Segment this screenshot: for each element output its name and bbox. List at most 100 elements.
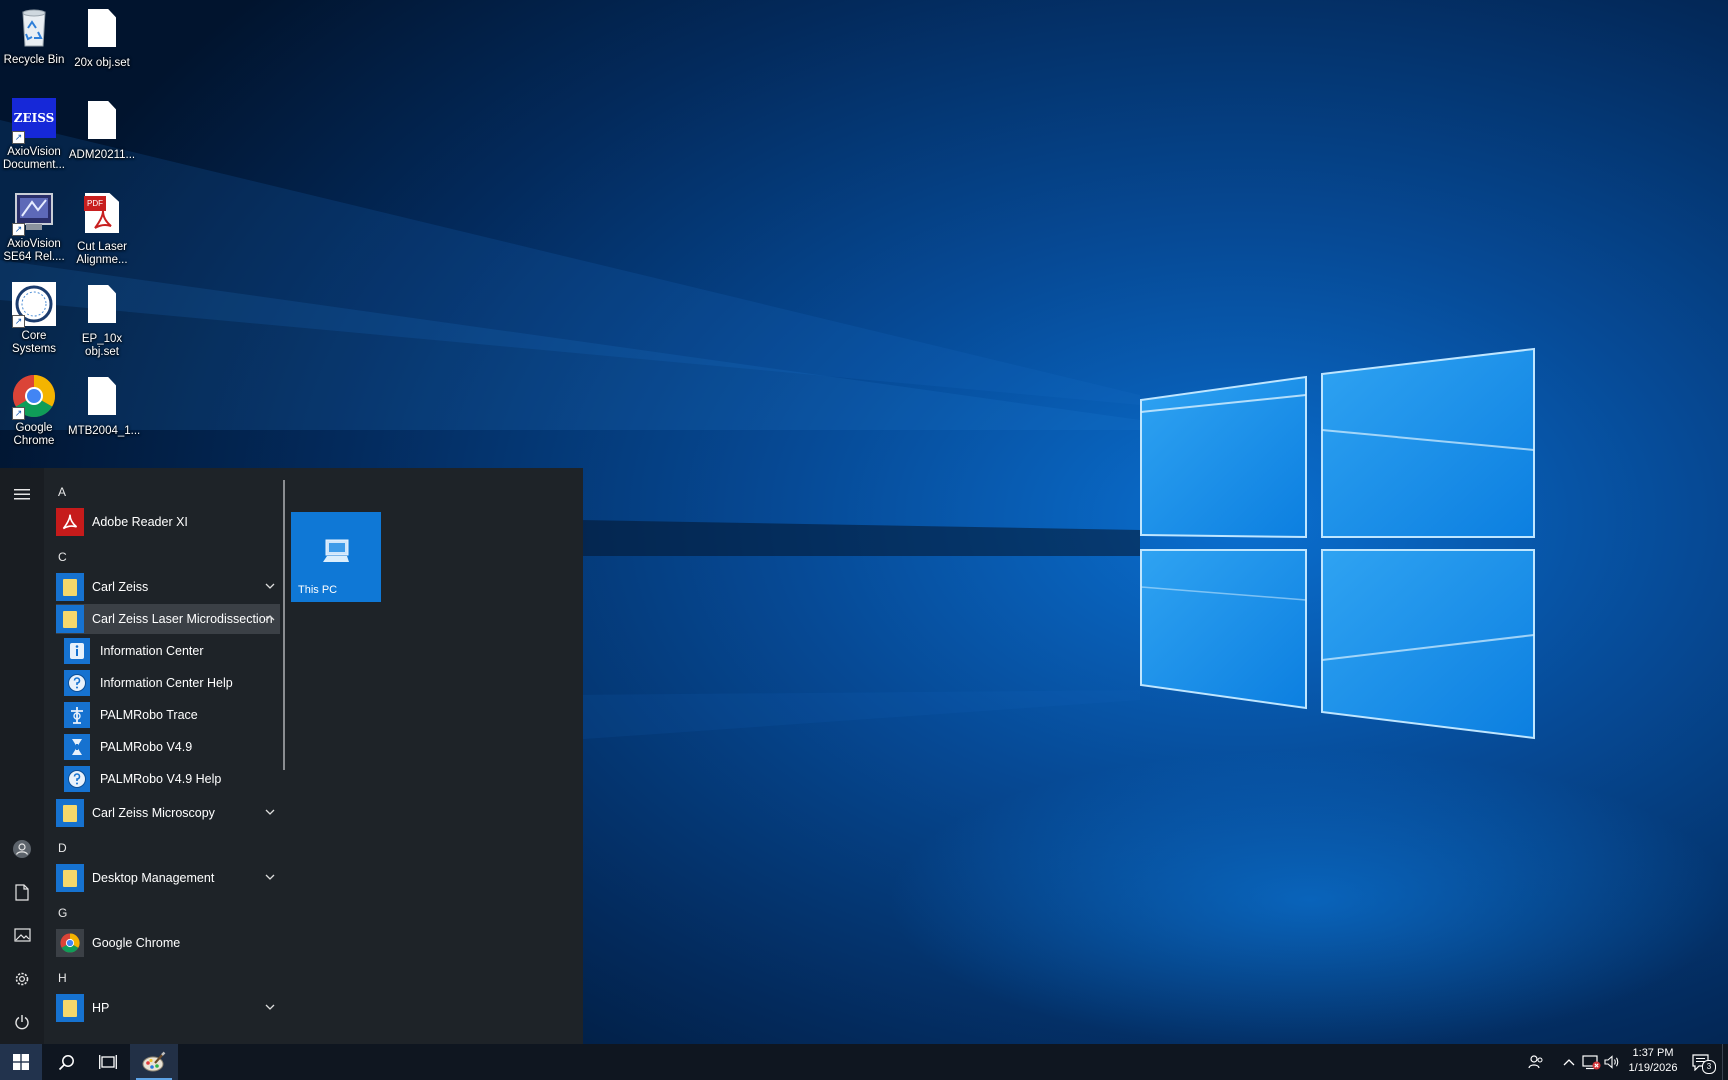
app-label: Information Center [100, 644, 204, 658]
taskbar-clock[interactable]: 1:37 PM 1/19/2026 [1620, 1046, 1686, 1076]
desktop-icon-20x-obj-set[interactable]: 20x obj.set [68, 6, 136, 70]
app-label: Google Chrome [92, 936, 181, 950]
documents-icon[interactable] [0, 872, 44, 912]
desktop-icon-google-chrome[interactable]: ↗ Google Chrome [0, 374, 68, 448]
desktop-icon-recycle-bin[interactable]: Recycle Bin [0, 6, 68, 67]
people-icon[interactable] [1526, 1053, 1546, 1071]
desktop-icon-label: AxioVision SE64 Rel.... [3, 238, 65, 263]
paint-icon [142, 1051, 166, 1072]
app-label: Information Center Help [100, 676, 233, 690]
help-icon [64, 670, 90, 696]
chevron-down-icon [265, 1004, 275, 1010]
desktop-icon-axiovision-se64[interactable]: ↗ AxioVision SE64 Rel.... [0, 190, 68, 264]
notification-count-badge: 3 [1702, 1060, 1716, 1074]
taskbar-app-paint[interactable] [130, 1044, 178, 1080]
app-information-center[interactable]: Information Center [64, 636, 280, 666]
shortcut-arrow-icon: ↗ [12, 315, 25, 328]
adobe-reader-icon [56, 508, 84, 536]
shortcut-arrow-icon: ↗ [12, 223, 25, 236]
folder-icon [56, 605, 84, 633]
network-disconnected-icon[interactable] [1580, 1053, 1602, 1071]
app-label: Carl Zeiss Laser Microdissection [92, 612, 273, 626]
palmrobo-trace-icon [64, 702, 90, 728]
app-label: Carl Zeiss [92, 580, 149, 594]
hamburger-icon[interactable] [0, 474, 44, 514]
folder-carl-zeiss[interactable]: Carl Zeiss [56, 572, 280, 602]
app-label: Carl Zeiss Microscopy [92, 806, 215, 820]
clock-date: 1/19/2026 [1628, 1062, 1678, 1074]
app-palmrobo-v49-help[interactable]: PALMRobo V4.9 Help [64, 764, 280, 794]
desktop-icon-label: Recycle Bin [3, 54, 65, 66]
file-icon [80, 101, 124, 145]
start-button[interactable] [0, 1044, 42, 1080]
app-label: PALMRobo V4.9 Help [100, 772, 222, 786]
search-button[interactable] [44, 1044, 88, 1080]
folder-icon [56, 864, 84, 892]
letter-header-c[interactable]: C [58, 547, 67, 567]
folder-hp[interactable]: HP [56, 993, 280, 1023]
taskbar: 1:37 PM 1/19/2026 3 [0, 1044, 1728, 1080]
folder-icon [56, 573, 84, 601]
settings-icon[interactable] [0, 959, 44, 999]
action-center-button[interactable]: 3 [1688, 1052, 1716, 1074]
chevron-down-icon [265, 809, 275, 815]
volume-icon[interactable] [1602, 1053, 1622, 1071]
letter-header-a[interactable]: A [58, 482, 66, 502]
folder-desktop-management[interactable]: Desktop Management [56, 863, 280, 893]
folder-carl-zeiss-laser-microdissection[interactable]: Carl Zeiss Laser Microdissection [56, 604, 280, 634]
start-menu: A Adobe Reader XI C Carl Zeiss Carl Zeis… [0, 468, 583, 1044]
app-label: HP [92, 1001, 110, 1015]
search-icon [58, 1054, 74, 1070]
folder-carl-zeiss-microscopy[interactable]: Carl Zeiss Microscopy [56, 798, 280, 828]
shortcut-arrow-icon: ↗ [12, 407, 25, 420]
user-icon[interactable] [0, 829, 44, 869]
desktop-icon-label: EP_10x obj.set [81, 333, 123, 358]
desktop-icon-label: Google Chrome [13, 422, 55, 447]
desktop-icon-adm20211[interactable]: ADM20211... [68, 98, 136, 162]
help-icon [64, 766, 90, 792]
chevron-down-icon [265, 874, 275, 880]
task-view-button[interactable] [86, 1044, 130, 1080]
letter-header-g[interactable]: G [58, 903, 67, 923]
palmrobo-icon [64, 734, 90, 760]
tile-this-pc[interactable]: This PC [291, 512, 381, 602]
app-information-center-help[interactable]: Information Center Help [64, 668, 280, 698]
letter-header-d[interactable]: D [58, 838, 67, 858]
desktop-icon-axiovision-document[interactable]: ZEISS ↗ AxioVision Document... [0, 98, 68, 172]
chevron-up-icon [265, 615, 275, 621]
desktop-icon-cut-laser-alignment[interactable]: PDF Cut Laser Alignme... [68, 190, 136, 267]
information-center-icon [64, 638, 90, 664]
folder-icon [56, 994, 84, 1022]
clock-time: 1:37 PM [1632, 1047, 1674, 1059]
app-label: Adobe Reader XI [92, 515, 188, 529]
desktop-icon-ep-10x-obj-set[interactable]: EP_10x obj.set [68, 282, 136, 359]
desktop-icon-label: ADM20211... [68, 149, 136, 161]
shortcut-arrow-icon: ↗ [12, 131, 25, 144]
app-palmrobo-v49[interactable]: PALMRobo V4.9 [64, 732, 280, 762]
show-desktop-button[interactable] [1722, 1044, 1728, 1080]
task-view-icon [99, 1055, 117, 1069]
app-list[interactable]: A Adobe Reader XI C Carl Zeiss Carl Zeis… [48, 468, 280, 1044]
file-icon [80, 9, 124, 53]
tile-label: This PC [298, 584, 338, 596]
chevron-up-icon[interactable] [1560, 1053, 1578, 1071]
pictures-icon[interactable] [0, 915, 44, 955]
power-icon[interactable] [0, 1002, 44, 1042]
app-label: PALMRobo V4.9 [100, 740, 193, 754]
desktop-icon-label: Core Systems [11, 330, 57, 355]
app-google-chrome[interactable]: Google Chrome [56, 928, 280, 958]
app-list-scrollbar[interactable] [283, 480, 285, 770]
chevron-down-icon [265, 583, 275, 589]
desktop-icon-mtb2004[interactable]: MTB2004_1... [68, 374, 140, 438]
core-systems-icon: ↗ [12, 282, 56, 328]
desktop-icon-label: 20x obj.set [74, 57, 130, 69]
letter-header-h[interactable]: H [58, 968, 67, 988]
app-palmrobo-trace[interactable]: PALMRobo Trace [64, 700, 280, 730]
app-label: PALMRobo Trace [100, 708, 198, 722]
chrome-icon [56, 929, 84, 957]
start-menu-rail [0, 468, 44, 1044]
desktop-icon-core-systems[interactable]: ↗ Core Systems [0, 282, 68, 356]
app-adobe-reader[interactable]: Adobe Reader XI [56, 507, 280, 537]
axiovision-app-icon: ↗ [12, 190, 56, 236]
windows-start-icon [13, 1054, 29, 1070]
